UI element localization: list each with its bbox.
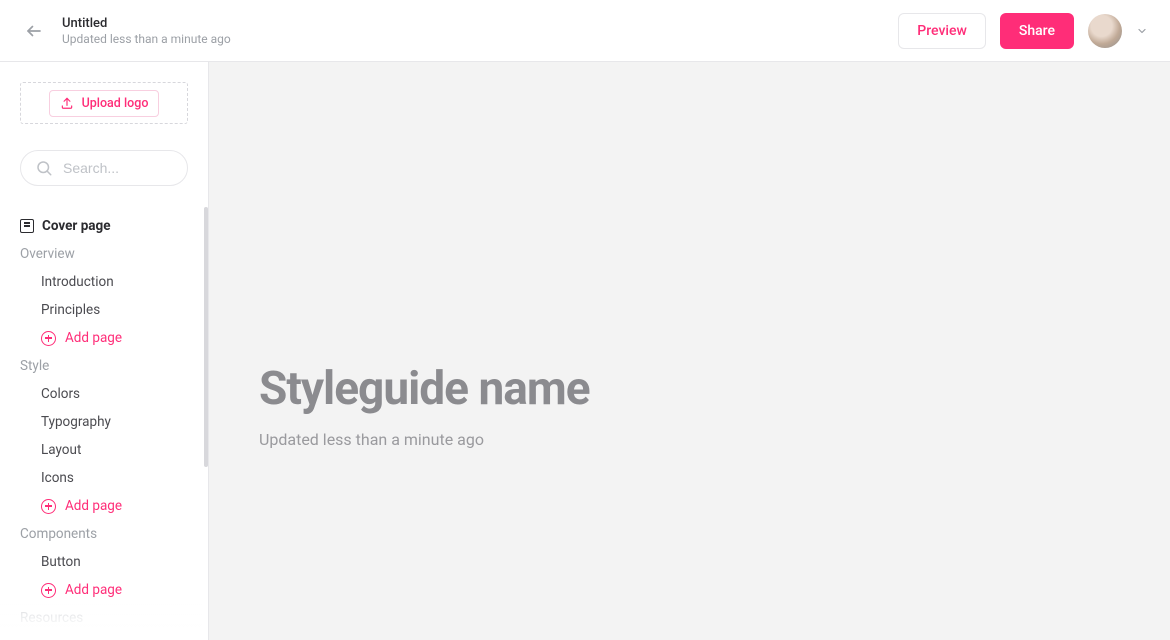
- nav-section-resources[interactable]: Resources: [20, 604, 188, 632]
- upload-icon: [60, 96, 74, 110]
- upload-logo-button[interactable]: Upload logo: [49, 90, 160, 117]
- nav-section-style[interactable]: Style: [20, 352, 188, 380]
- search-field[interactable]: [20, 150, 188, 186]
- document-title-block: Untitled Updated less than a minute ago: [62, 15, 231, 47]
- nav-item-label: Introduction: [41, 274, 114, 290]
- add-page-style[interactable]: Add page: [20, 492, 188, 520]
- nav-item-icons[interactable]: Icons: [20, 464, 188, 492]
- search-input[interactable]: [63, 160, 209, 176]
- user-menu-toggle[interactable]: [1136, 25, 1148, 37]
- page-icon: [20, 219, 34, 233]
- nav-item-label: Typography: [41, 414, 111, 430]
- sidebar: Upload logo Cover page Overview Introduc…: [0, 62, 209, 640]
- avatar[interactable]: [1088, 14, 1122, 48]
- nav-item-label: Layout: [41, 442, 81, 458]
- nav-item-label: Principles: [41, 302, 100, 318]
- nav-cover-label: Cover page: [42, 218, 111, 234]
- nav-section-components[interactable]: Components: [20, 520, 188, 548]
- share-button[interactable]: Share: [1000, 13, 1074, 49]
- chevron-down-icon: [1136, 25, 1148, 37]
- nav-item-label: Colors: [41, 386, 80, 402]
- plus-circle-icon: [41, 583, 56, 598]
- nav-item-typography[interactable]: Typography: [20, 408, 188, 436]
- arrow-left-icon: [25, 22, 43, 40]
- add-page-components[interactable]: Add page: [20, 576, 188, 604]
- nav-cover-page[interactable]: Cover page: [20, 212, 188, 240]
- nav-section-label: Style: [20, 358, 49, 374]
- nav-section-label: Components: [20, 526, 97, 542]
- nav-item-label: Icons: [41, 470, 74, 486]
- preview-button-label: Preview: [917, 23, 967, 39]
- nav-item-introduction[interactable]: Introduction: [20, 268, 188, 296]
- upload-logo-box[interactable]: Upload logo: [20, 82, 188, 124]
- share-button-label: Share: [1019, 23, 1055, 39]
- top-bar: Untitled Updated less than a minute ago …: [0, 0, 1170, 62]
- search-icon: [35, 159, 53, 177]
- document-title[interactable]: Untitled: [62, 15, 231, 32]
- styleguide-updated: Updated less than a minute ago: [259, 430, 1170, 449]
- preview-button[interactable]: Preview: [898, 13, 986, 49]
- nav-item-label: Button: [41, 554, 81, 570]
- nav-section-overview[interactable]: Overview: [20, 240, 188, 268]
- plus-circle-icon: [41, 331, 56, 346]
- side-nav: Cover page Overview Introduction Princip…: [20, 212, 188, 632]
- nav-item-principles[interactable]: Principles: [20, 296, 188, 324]
- upload-logo-label: Upload logo: [82, 96, 149, 111]
- nav-section-label: Resources: [20, 610, 83, 626]
- canvas[interactable]: Styleguide name Updated less than a minu…: [209, 62, 1170, 640]
- nav-item-layout[interactable]: Layout: [20, 436, 188, 464]
- styleguide-title[interactable]: Styleguide name: [259, 362, 1170, 416]
- nav-section-label: Overview: [20, 246, 75, 262]
- add-page-label: Add page: [65, 498, 122, 514]
- add-page-label: Add page: [65, 582, 122, 598]
- add-page-overview[interactable]: Add page: [20, 324, 188, 352]
- plus-circle-icon: [41, 499, 56, 514]
- back-button[interactable]: [22, 19, 46, 43]
- add-page-label: Add page: [65, 330, 122, 346]
- document-updated: Updated less than a minute ago: [62, 32, 231, 47]
- nav-item-colors[interactable]: Colors: [20, 380, 188, 408]
- nav-item-button[interactable]: Button: [20, 548, 188, 576]
